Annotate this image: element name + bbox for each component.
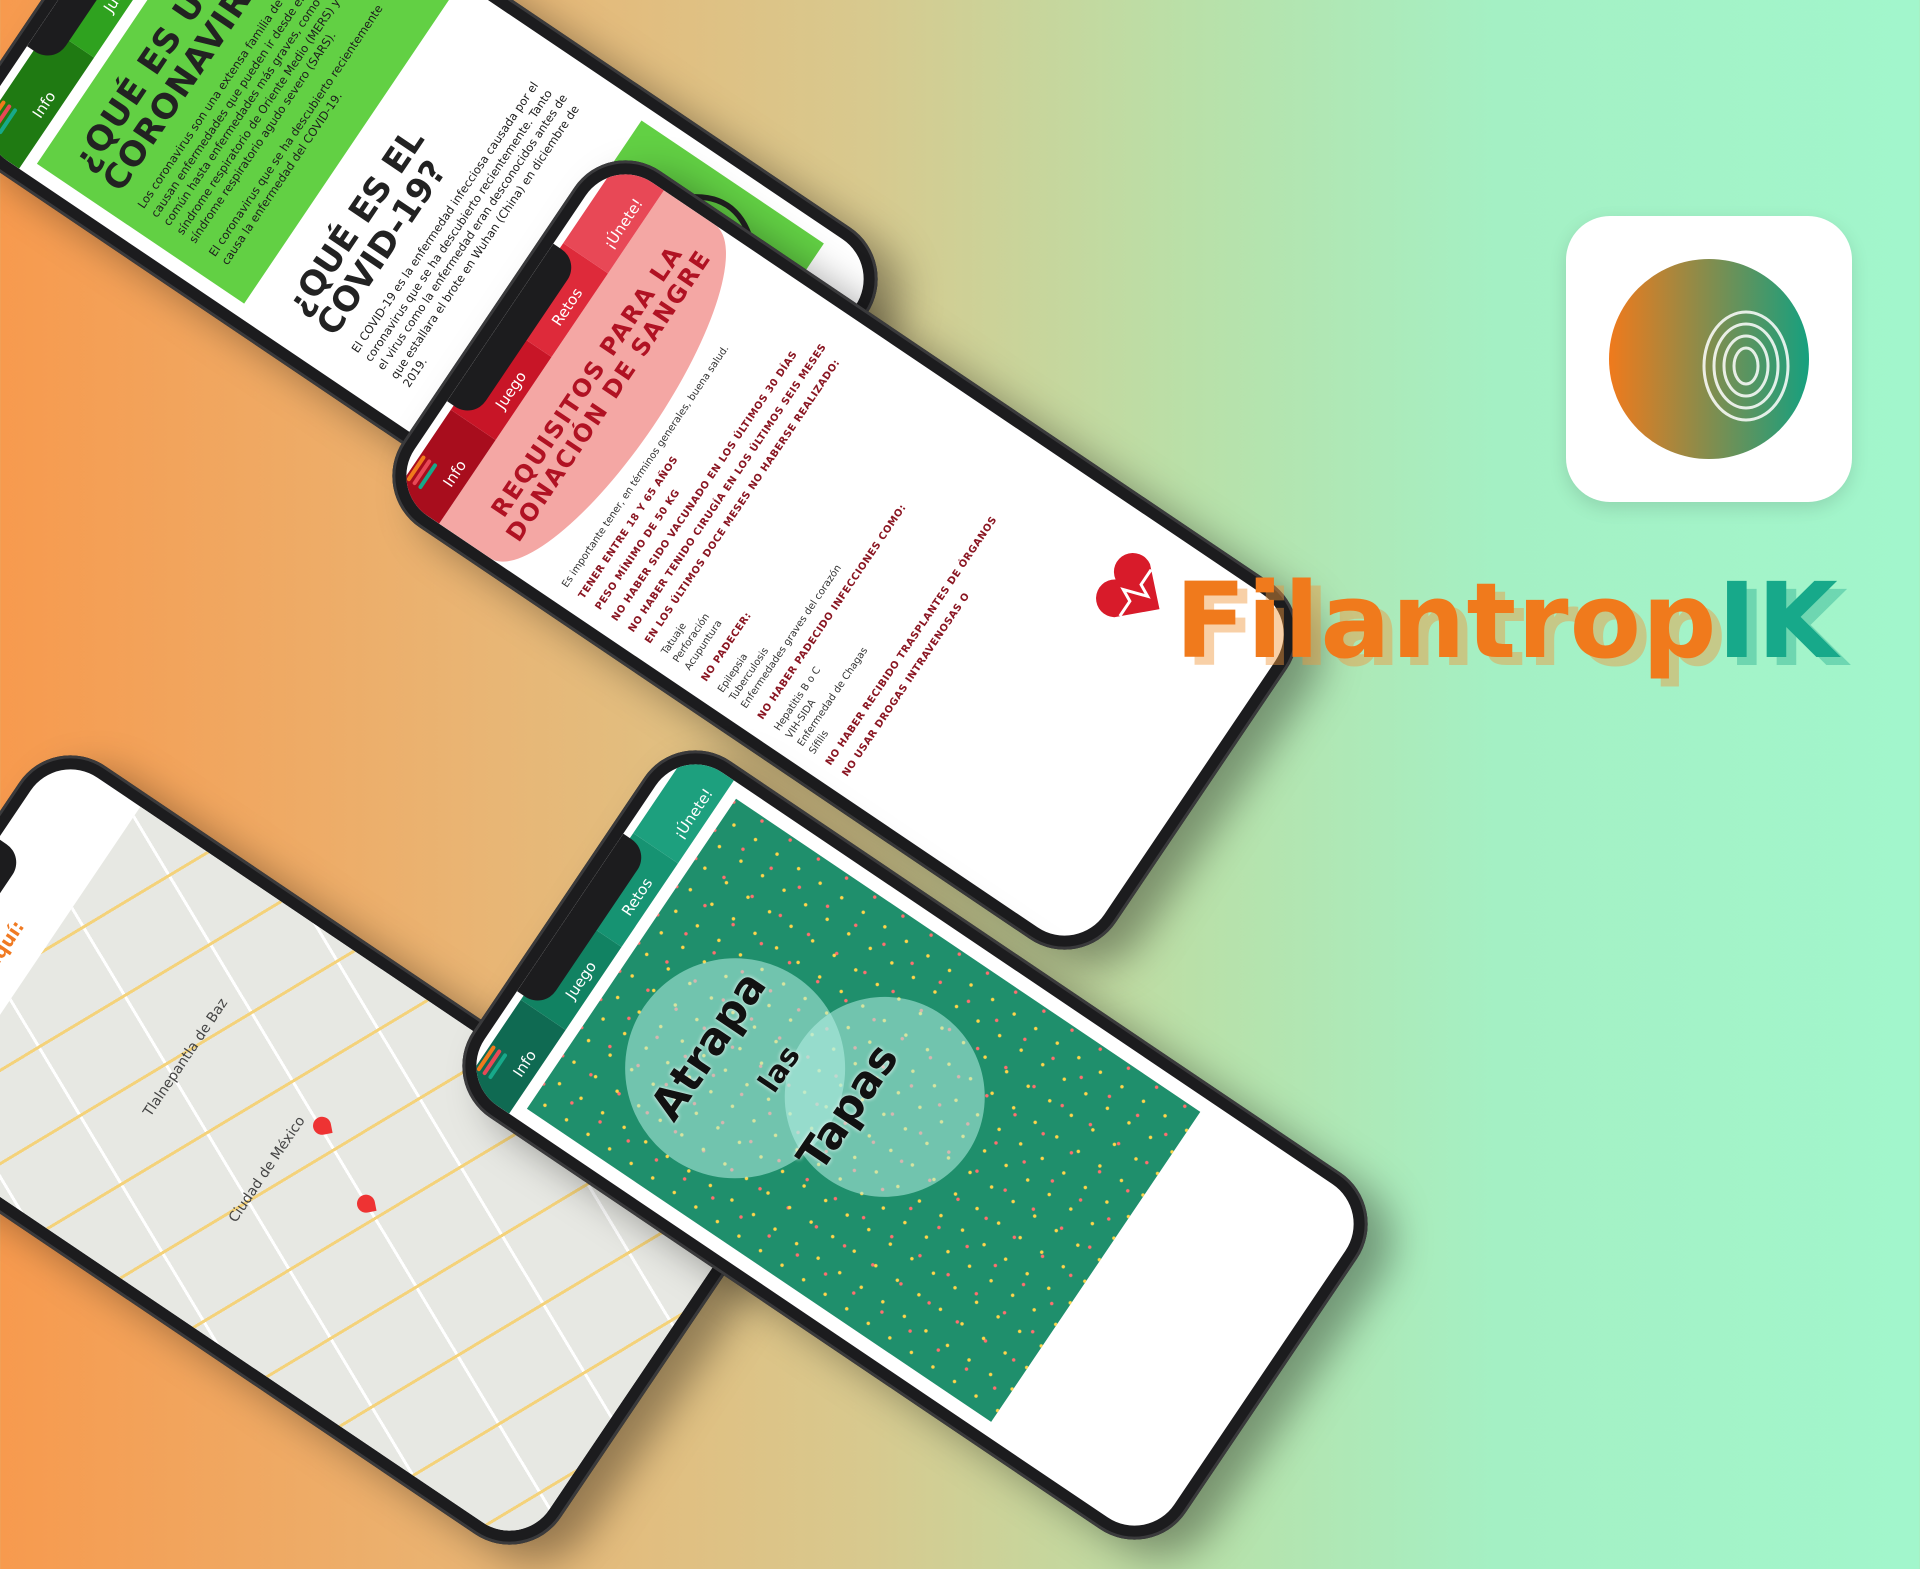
fingerprint-icon (1609, 259, 1809, 459)
map-label: Tlalnepantla de Baz (140, 995, 232, 1120)
map-pin-icon[interactable] (311, 1115, 333, 1137)
heart-icon (1096, 552, 1160, 618)
brand-name-main: Filantrop (1175, 560, 1718, 682)
brand-wordmark: FilantropIK (1175, 560, 1839, 682)
map-pin-icon[interactable] (355, 1193, 377, 1215)
map-label: Ciudad de México (225, 1113, 309, 1226)
app-icon (1566, 216, 1852, 502)
brand-name-suffix: IK (1717, 560, 1839, 682)
